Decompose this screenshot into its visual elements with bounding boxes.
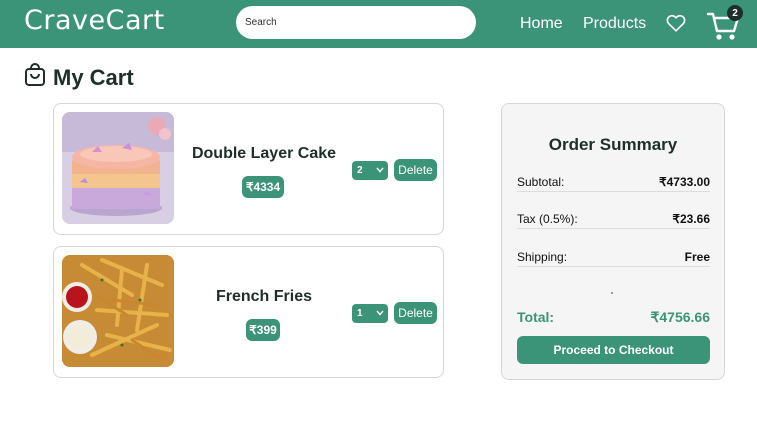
- chevron-down-icon: [376, 310, 384, 316]
- quantity-value: 2: [357, 165, 363, 176]
- tax-value: ₹23.66: [672, 212, 710, 226]
- total-value: ₹4756.66: [650, 309, 710, 325]
- quantity-select[interactable]: 2: [352, 161, 388, 180]
- summary-title: Order Summary: [548, 135, 678, 154]
- cart-count-badge: 2: [727, 5, 743, 21]
- delete-button[interactable]: Delete: [394, 302, 437, 324]
- cake-image: [62, 112, 174, 224]
- item-price: ₹4334: [242, 176, 284, 198]
- item-name: French Fries: [215, 288, 313, 305]
- shopping-bag-icon: [25, 63, 45, 86]
- navbar: CraveCart Home Products 2: [0, 0, 757, 48]
- fries-image: [62, 255, 174, 367]
- nav-link-products[interactable]: Products: [583, 15, 646, 33]
- shipping-row: Shipping: Free: [517, 250, 710, 267]
- subtotal-row: Subtotal: ₹4733.00: [517, 175, 710, 192]
- item-price: ₹399: [246, 319, 280, 341]
- tax-label: Tax (0.5%):: [517, 212, 578, 226]
- page-title: My Cart: [53, 65, 134, 90]
- delete-button[interactable]: Delete: [394, 159, 437, 181]
- tax-row: Tax (0.5%): ₹23.66: [517, 212, 710, 229]
- heart-icon[interactable]: [665, 12, 687, 34]
- shipping-label: Shipping:: [517, 250, 568, 264]
- brand-logo[interactable]: CraveCart: [24, 5, 165, 36]
- quantity-value: 1: [357, 308, 363, 319]
- search-input[interactable]: [236, 6, 476, 39]
- chevron-down-icon: [376, 167, 384, 173]
- cart-item: French Fries ₹399 1 Delete: [53, 246, 444, 378]
- cart-item: Double Layer Cake ₹4334 2 Delete: [53, 103, 444, 235]
- order-summary: Order Summary Subtotal: ₹4733.00 Tax (0.…: [501, 103, 725, 380]
- item-name: Double Layer Cake: [191, 145, 337, 162]
- nav-link-home[interactable]: Home: [520, 15, 563, 33]
- subtotal-label: Subtotal:: [517, 175, 565, 189]
- subtotal-value: ₹4733.00: [658, 175, 710, 189]
- shipping-value: Free: [684, 250, 710, 264]
- total-row: Total: ₹4756.66: [517, 309, 710, 326]
- quantity-select[interactable]: 1: [352, 304, 388, 323]
- total-label: Total:: [517, 309, 555, 325]
- divider-dot: [611, 292, 613, 294]
- checkout-button[interactable]: Proceed to Checkout: [517, 336, 710, 364]
